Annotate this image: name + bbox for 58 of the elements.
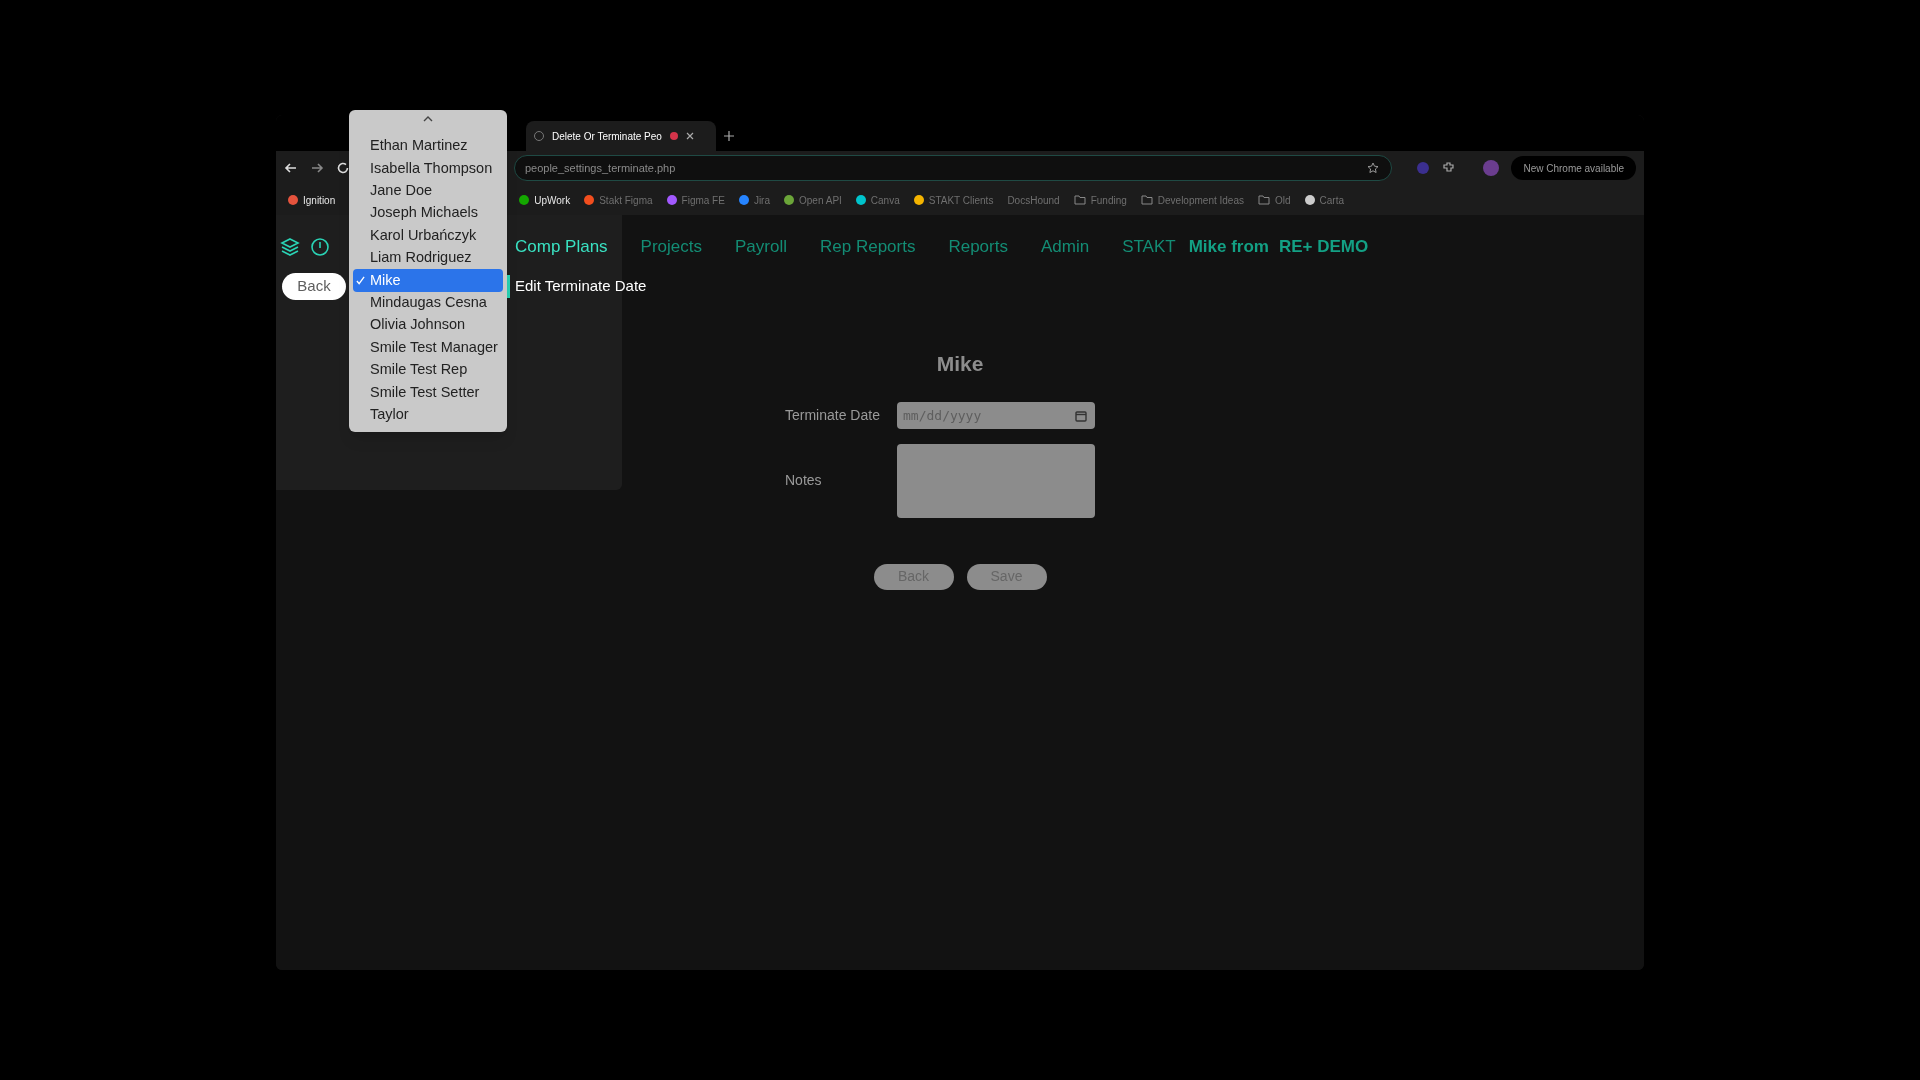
dropdown-option[interactable]: Taylor: [353, 403, 503, 427]
nav-link[interactable]: Projects: [640, 234, 703, 260]
reload-icon[interactable]: [335, 161, 350, 175]
dropdown-option[interactable]: Smile Test Setter: [353, 381, 503, 404]
back-button[interactable]: Back: [282, 273, 346, 300]
nav-link[interactable]: Payroll: [735, 234, 787, 260]
folder-icon: [1140, 195, 1153, 205]
nav-link[interactable]: Comp Plans: [515, 234, 608, 260]
bookmark[interactable]: Carta: [1304, 192, 1344, 208]
tab-title: Delete Or Terminate Peo: [552, 129, 662, 144]
bookmark[interactable]: Open API: [784, 192, 842, 208]
scroll-up-chevron-icon[interactable]: [423, 115, 433, 122]
nav-link[interactable]: STAKT: [1122, 234, 1176, 260]
bookmark[interactable]: Jira: [738, 192, 770, 208]
bookmark[interactable]: Canva: [855, 192, 900, 208]
bookmark[interactable]: Figma FE: [666, 192, 725, 208]
address-bar[interactable]: people_settings_terminate.php: [513, 155, 1392, 181]
dropdown-option[interactable]: Smile Test Manager: [353, 336, 503, 359]
folder-icon: [1073, 195, 1086, 205]
nav-link[interactable]: Rep Reports: [820, 234, 916, 260]
bookmark[interactable]: Stakt Figma: [584, 192, 653, 208]
new-tab-icon[interactable]: [724, 131, 734, 141]
dropdown-option[interactable]: Liam Rodriguez: [353, 246, 503, 270]
dropdown-option[interactable]: Isabella Thompson: [353, 157, 503, 180]
notes-field[interactable]: [897, 443, 1095, 518]
dropdown-option[interactable]: Jane Doe: [353, 179, 503, 203]
bookmark[interactable]: Funding: [1073, 192, 1127, 208]
dropdown-option[interactable]: Joseph Michaels: [353, 202, 503, 225]
dropdown-option[interactable]: Olivia Johnson: [353, 314, 503, 337]
dropdown-option[interactable]: Smile Test Rep: [353, 358, 503, 382]
company-name: RE+ DEMO: [1279, 236, 1369, 259]
nav-link[interactable]: Admin: [1040, 234, 1090, 260]
bookmark[interactable]: STAKT Clients: [913, 192, 994, 208]
url-text: people_settings_terminate.php: [524, 160, 676, 176]
dropdown-option[interactable]: Karol Urbańczyk: [353, 224, 503, 247]
bookmark-star-icon[interactable]: [1366, 162, 1379, 174]
dropdown-option[interactable]: Mindaugas Cesna: [353, 291, 503, 315]
back-arrow-icon[interactable]: [284, 161, 298, 175]
forward-arrow-icon[interactable]: [309, 161, 324, 175]
folder-icon: [1257, 195, 1270, 205]
bookmark[interactable]: UpWork: [519, 192, 571, 208]
browser-tab[interactable]: Delete Or Terminate Peo: [526, 121, 716, 151]
field-label: Notes: [785, 471, 823, 490]
layers-logo-icon[interactable]: [280, 237, 300, 257]
close-tab-icon[interactable]: [685, 132, 694, 140]
user-name: Mike from: [1188, 236, 1269, 259]
dropdown-option[interactable]: Ethan Martinez: [353, 135, 503, 158]
bookmark[interactable]: Development Ideas: [1140, 192, 1244, 208]
nav-link[interactable]: Reports: [948, 234, 1008, 260]
person-name-title: Mike: [936, 351, 984, 377]
power-icon[interactable]: [310, 237, 330, 257]
bookmark[interactable]: Old: [1257, 192, 1291, 208]
update-chip[interactable]: New Chrome available: [1511, 156, 1637, 180]
bookmark[interactable]: Ignition: [288, 192, 336, 208]
calendar-icon[interactable]: [1075, 409, 1087, 422]
dropdown-option[interactable]: Mike: [353, 269, 503, 292]
checkmark-icon: [356, 276, 365, 286]
bookmark[interactable]: DocsHound: [1007, 192, 1060, 208]
